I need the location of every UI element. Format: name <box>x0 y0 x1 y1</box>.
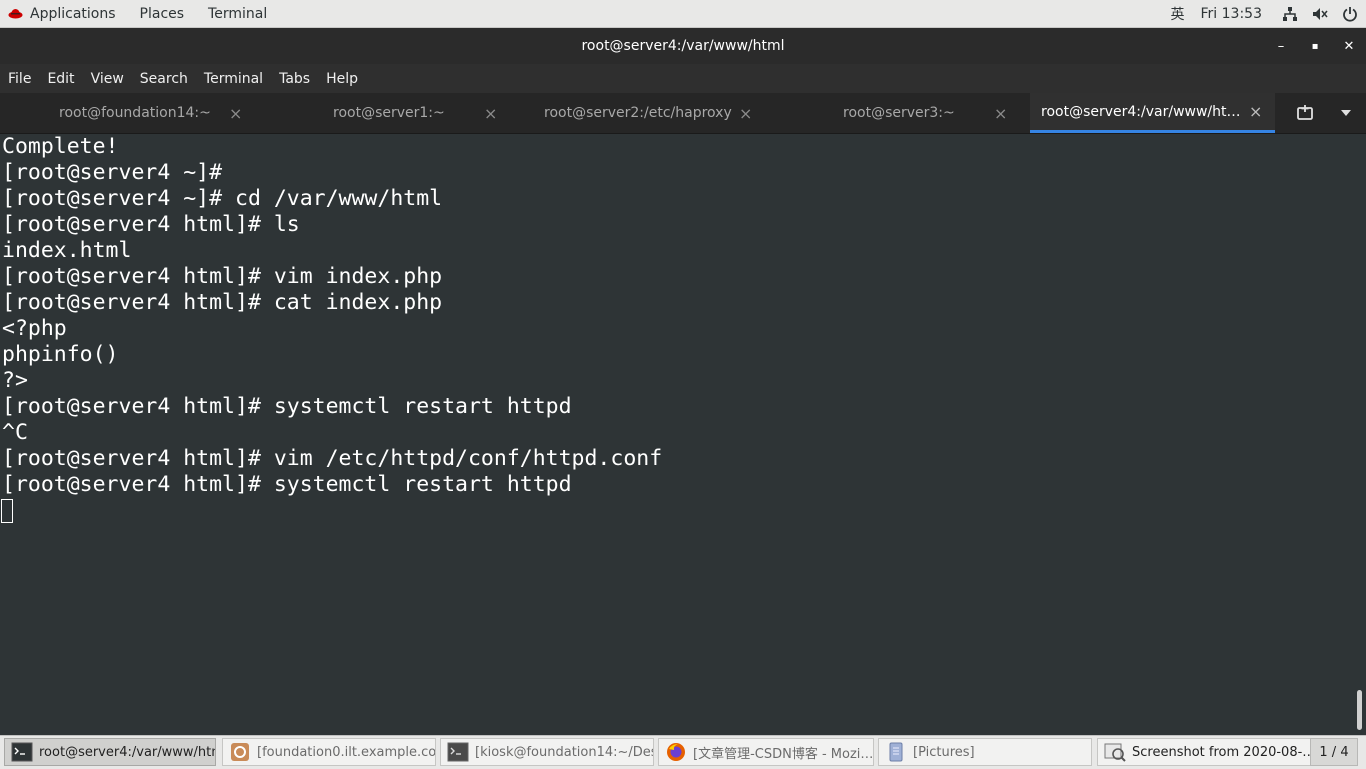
menu-file[interactable]: File <box>0 71 39 87</box>
menu-help[interactable]: Help <box>318 71 366 87</box>
file-manager-icon <box>889 742 903 762</box>
terminal-line: [root@server4 ~]# cd /var/www/html <box>2 186 443 211</box>
menu-tabs[interactable]: Tabs <box>271 71 318 87</box>
tab-label: root@foundation14:~ <box>59 105 211 121</box>
places-menu[interactable]: Places <box>128 0 197 27</box>
terminal-line: <?php <box>2 316 67 341</box>
applications-menu[interactable]: Applications <box>0 0 128 27</box>
input-method-indicator[interactable]: 英 <box>1171 4 1185 24</box>
window-title-bar[interactable]: root@server4:/var/www/html – ▪ ✕ <box>0 28 1366 64</box>
taskbar-label: [foundation0.ilt.example.co… <box>257 744 436 760</box>
window-list-taskbar: root@server4:/var/www/html [foundation0.… <box>0 735 1366 769</box>
minimize-icon: – <box>1277 38 1285 54</box>
menu-view[interactable]: View <box>83 71 132 87</box>
chevron-down-icon[interactable] <box>1340 109 1352 117</box>
tab-label: root@server1:~ <box>333 105 445 121</box>
terminal-line: [root@server4 html]# ls <box>2 212 300 237</box>
maximize-button[interactable]: ▪ <box>1298 28 1332 64</box>
maximize-icon: ▪ <box>1311 40 1319 52</box>
terminal-line: [root@server4 html]# vim /etc/httpd/conf… <box>2 446 663 471</box>
network-icon[interactable] <box>1282 6 1298 22</box>
tab-bar: root@foundation14:~ × root@server1:~ × r… <box>0 93 1366 134</box>
terminal-line: index.html <box>2 238 132 263</box>
redhat-logo-icon <box>8 9 23 19</box>
terminal-line: [root@server4 html]# systemctl restart h… <box>2 394 572 419</box>
terminal-output[interactable]: Complete! [root@server4 ~]# [root@server… <box>0 134 1352 734</box>
taskbar-item-pictures[interactable]: [Pictures] <box>878 738 1092 766</box>
menu-bar: File Edit View Search Terminal Tabs Help <box>0 64 1366 93</box>
terminal-cursor <box>1 499 13 523</box>
terminal-icon <box>11 742 33 762</box>
tab-close-icon[interactable]: × <box>739 104 752 123</box>
tab-close-icon[interactable]: × <box>484 104 497 123</box>
taskbar-label: [kiosk@foundation14:~/Des… <box>475 744 654 760</box>
terminal-line: [root@server4 html]# vim index.php <box>2 264 443 289</box>
terminal-line: ?> <box>2 368 28 393</box>
workspace-pager[interactable]: 1 / 4 <box>1310 738 1358 766</box>
menu-edit[interactable]: Edit <box>39 71 82 87</box>
taskbar-label: root@server4:/var/www/html <box>39 744 216 760</box>
document-viewer-icon <box>231 743 249 761</box>
taskbar-item-firefox[interactable]: [文章管理-CSDN博客 - Mozi… <box>658 738 874 766</box>
power-icon[interactable] <box>1342 6 1358 22</box>
menu-search[interactable]: Search <box>132 71 196 87</box>
tab-server1[interactable]: root@server1:~ × <box>255 93 510 133</box>
window-title: root@server4:/var/www/html <box>581 38 785 54</box>
terminal-line: ^C <box>2 420 28 445</box>
scrollbar-thumb[interactable] <box>1357 690 1362 730</box>
top-bar: Applications Places Terminal 英 Fri 13:53 <box>0 0 1366 28</box>
taskbar-label: [文章管理-CSDN博客 - Mozi… <box>693 746 874 762</box>
taskbar-label: Screenshot from 2020-08-… <box>1132 744 1311 760</box>
taskbar-item-screenshot[interactable]: Screenshot from 2020-08-… <box>1097 738 1311 766</box>
new-tab-icon[interactable] <box>1296 104 1314 122</box>
tab-server2[interactable]: root@server2:/etc/haproxy × <box>510 93 765 133</box>
firefox-icon <box>667 743 685 761</box>
tab-close-icon[interactable]: × <box>229 104 242 123</box>
tab-label: root@server2:/etc/haproxy <box>544 105 732 121</box>
tab-label: root@server4:/var/www/ht… <box>1041 103 1241 120</box>
tab-close-icon[interactable]: × <box>994 104 1007 123</box>
tab-server4[interactable]: root@server4:/var/www/ht… × <box>1030 93 1275 133</box>
terminal-line: phpinfo() <box>2 342 119 367</box>
screenshot-icon <box>1104 743 1126 762</box>
terminal-icon <box>447 742 469 762</box>
terminal-line: [root@server4 html]# cat index.php <box>2 290 443 315</box>
terminal-line: Complete! <box>2 134 119 159</box>
applications-label: Applications <box>30 5 116 22</box>
taskbar-item-kiosk-terminal[interactable]: [kiosk@foundation14:~/Des… <box>440 738 654 766</box>
taskbar-item-terminal-server4[interactable]: root@server4:/var/www/html <box>4 738 216 766</box>
terminal-scrollbar[interactable] <box>1352 134 1366 734</box>
taskbar-label: [Pictures] <box>913 744 975 760</box>
tab-tools <box>1276 93 1366 133</box>
menu-terminal[interactable]: Terminal <box>196 71 271 87</box>
minimize-button[interactable]: – <box>1264 28 1298 64</box>
clock[interactable]: Fri 13:53 <box>1201 6 1262 22</box>
tab-foundation14[interactable]: root@foundation14:~ × <box>0 93 255 133</box>
taskbar-item-document[interactable]: [foundation0.ilt.example.co… <box>222 738 436 766</box>
terminal-line: [root@server4 ~]# <box>2 160 223 185</box>
tab-label: root@server3:~ <box>843 105 955 121</box>
tab-close-icon[interactable]: × <box>1249 102 1262 121</box>
tab-server3[interactable]: root@server3:~ × <box>765 93 1030 133</box>
volume-icon[interactable] <box>1312 6 1328 22</box>
close-icon: ✕ <box>1343 38 1355 54</box>
terminal-line: [root@server4 html]# systemctl restart h… <box>2 472 572 497</box>
close-button[interactable]: ✕ <box>1332 28 1366 64</box>
terminal-app-menu[interactable]: Terminal <box>196 0 279 27</box>
